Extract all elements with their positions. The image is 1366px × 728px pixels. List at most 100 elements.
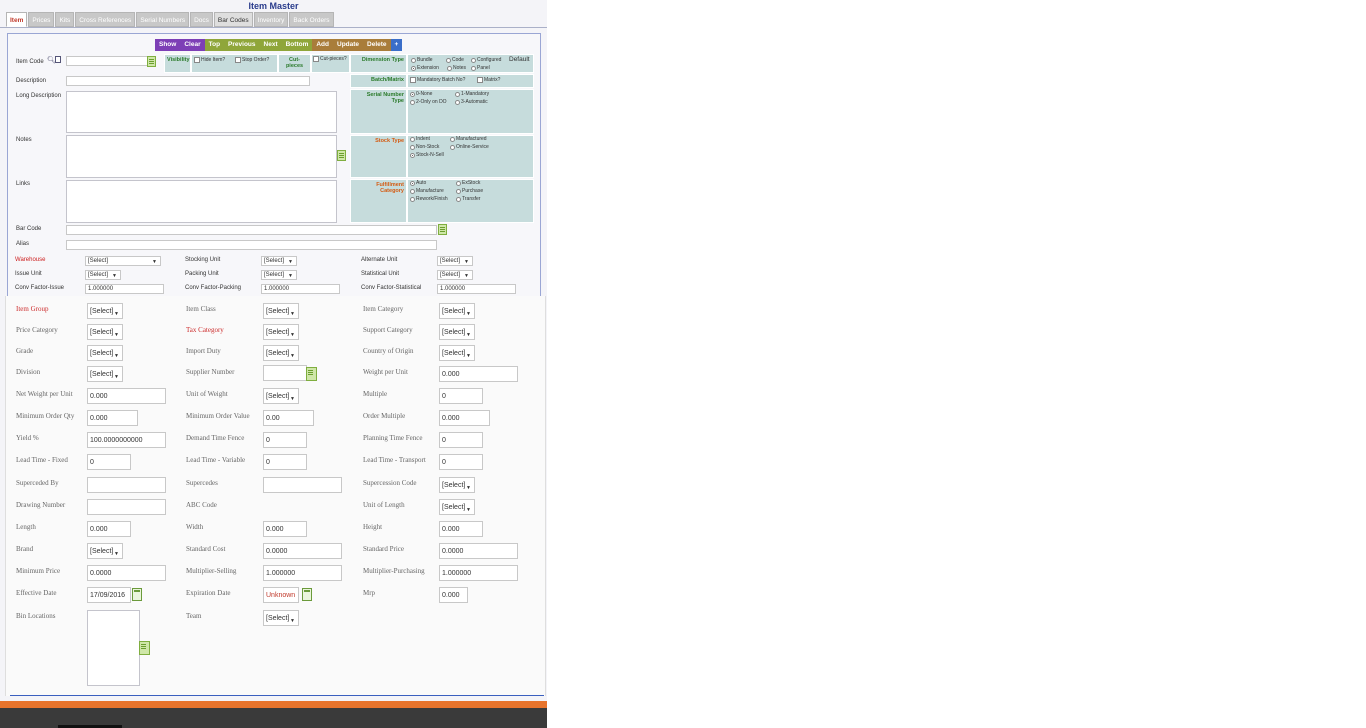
conv-factor-packing-input[interactable]: 1.000000	[261, 284, 340, 294]
rework-radio[interactable]	[410, 196, 415, 202]
order-multiple-input[interactable]: 0.000	[439, 410, 490, 426]
standard-price-input[interactable]: 0.0000	[439, 543, 518, 559]
hide-item-option[interactable]: Hide Item?	[194, 57, 225, 63]
min-order-value-input[interactable]: 0.00	[263, 410, 314, 426]
calendar-icon[interactable]	[132, 588, 142, 601]
notes-radio[interactable]	[447, 65, 452, 71]
purchase-radio[interactable]	[456, 188, 461, 194]
lead-time-transport-input[interactable]: 0	[439, 454, 483, 470]
unit-length-select[interactable]: [Select] ▼	[439, 499, 475, 515]
import-duty-select[interactable]: [Select] ▼	[263, 345, 299, 361]
item-class-select[interactable]: [Select] ▼	[263, 303, 299, 319]
alternate-unit-select[interactable]: [Select] ▼	[437, 256, 473, 266]
calendar-icon[interactable]	[302, 588, 312, 601]
tab-prices[interactable]: Prices	[28, 12, 55, 27]
stock-n-sell-radio[interactable]	[410, 152, 415, 158]
stop-order-checkbox[interactable]	[235, 57, 241, 63]
mrp-input[interactable]: 0.000	[439, 587, 468, 603]
length-input[interactable]: 0.000	[87, 521, 131, 537]
manufactured-option[interactable]: Manufactured	[450, 136, 487, 142]
superceded-by-input[interactable]	[87, 477, 166, 493]
support-category-select[interactable]: [Select] ▼	[439, 324, 475, 340]
next-button[interactable]: Next	[259, 39, 282, 51]
description-input[interactable]	[66, 76, 310, 86]
packing-unit-select[interactable]: [Select] ▼	[261, 270, 297, 280]
tax-category-select[interactable]: [Select] ▼	[263, 324, 299, 340]
panel-radio[interactable]	[471, 65, 476, 71]
panel-option[interactable]: Panel	[471, 65, 490, 71]
supplier-number-input[interactable]	[263, 365, 307, 381]
standard-cost-input[interactable]: 0.0000	[263, 543, 342, 559]
stock-n-sell-option[interactable]: Stock-N-Sell	[410, 152, 444, 158]
cut-pieces-option[interactable]: Cut-pieces?	[313, 56, 347, 62]
sn-only-do-radio[interactable]	[410, 99, 415, 105]
supercedes-input[interactable]	[263, 477, 342, 493]
multiple-input[interactable]: 0	[439, 388, 483, 404]
sn-automatic-radio[interactable]	[455, 99, 460, 105]
price-category-select[interactable]: [Select] ▼	[87, 324, 123, 340]
sn-mandatory-option[interactable]: 1-Mandatory	[455, 91, 489, 97]
conv-factor-issue-input[interactable]: 1.000000	[85, 284, 164, 294]
width-input[interactable]: 0.000	[263, 521, 307, 537]
non-stock-radio[interactable]	[410, 144, 415, 150]
indent-option[interactable]: Indent	[410, 136, 430, 142]
manufacture-option[interactable]: Manufacture	[410, 188, 444, 194]
mandatory-batch-checkbox[interactable]	[410, 77, 416, 83]
team-select[interactable]: [Select] ▼	[263, 610, 299, 626]
planning-time-fence-input[interactable]: 0	[439, 432, 483, 448]
stocking-unit-select[interactable]: [Select] ▼	[261, 256, 297, 266]
long-description-textarea[interactable]	[66, 91, 337, 133]
alias-input[interactable]	[66, 240, 437, 250]
height-input[interactable]: 0.000	[439, 521, 483, 537]
item-code-input[interactable]	[66, 56, 154, 66]
delete-button[interactable]: Delete	[363, 39, 391, 51]
links-textarea[interactable]	[66, 180, 337, 223]
code-option[interactable]: Code	[446, 57, 464, 63]
stop-order-option[interactable]: Stop Order?	[235, 57, 269, 63]
clear-button[interactable]: Clear	[180, 39, 205, 51]
notes-icon[interactable]	[337, 150, 346, 161]
extension-option[interactable]: Extension	[411, 65, 439, 71]
min-order-qty-input[interactable]: 0.000	[87, 410, 138, 426]
sn-none-radio[interactable]	[410, 91, 415, 97]
sn-only-do-option[interactable]: 2-Only on DO	[410, 99, 447, 105]
lead-time-variable-input[interactable]: 0	[263, 454, 307, 470]
item-group-select[interactable]: [Select] ▼	[87, 303, 123, 319]
bundle-option[interactable]: Bundle	[411, 57, 433, 63]
tab-docs[interactable]: Docs	[190, 12, 213, 27]
weight-per-unit-input[interactable]: 0.000	[439, 366, 518, 382]
tab-bar-codes[interactable]: Bar Codes	[213, 12, 253, 27]
multiplier-purchasing-input[interactable]: 1.000000	[439, 565, 518, 581]
bin-locations-textarea[interactable]	[87, 610, 140, 686]
manufacture-radio[interactable]	[410, 188, 415, 194]
purchase-option[interactable]: Purchase	[456, 188, 483, 194]
sn-mandatory-radio[interactable]	[455, 91, 460, 97]
extension-radio[interactable]	[411, 65, 416, 71]
drawing-number-input[interactable]	[87, 499, 166, 515]
notes-icon[interactable]	[438, 224, 447, 235]
non-stock-option[interactable]: Non-Stock	[410, 144, 439, 150]
transfer-radio[interactable]	[456, 196, 461, 202]
notes-textarea[interactable]	[66, 135, 337, 178]
sn-automatic-option[interactable]: 3-Automatic	[455, 99, 488, 105]
configured-option[interactable]: Configured	[471, 57, 501, 63]
hide-item-checkbox[interactable]	[194, 57, 200, 63]
brand-select[interactable]: [Select] ▼	[87, 543, 123, 559]
manufactured-radio[interactable]	[450, 136, 455, 142]
country-origin-select[interactable]: [Select] ▼	[439, 345, 475, 361]
issue-unit-select[interactable]: [Select] ▼	[85, 270, 121, 280]
online-service-option[interactable]: Online-Service	[450, 144, 489, 150]
item-category-select[interactable]: [Select] ▼	[439, 303, 475, 319]
tab-serial-numbers[interactable]: Serial Numbers	[136, 12, 190, 27]
unit-weight-select[interactable]: [Select] ▼	[263, 388, 299, 404]
minimum-price-input[interactable]: 0.0000	[87, 565, 166, 581]
code-radio[interactable]	[446, 57, 451, 63]
lead-time-fixed-input[interactable]: 0	[87, 454, 131, 470]
yield-input[interactable]: 100.0000000000	[87, 432, 166, 448]
matrix-checkbox[interactable]	[477, 77, 483, 83]
tab-inventory[interactable]: Inventory	[253, 12, 289, 27]
notes-icon[interactable]	[306, 367, 317, 381]
expiration-date-input[interactable]: Unknown	[263, 587, 299, 603]
indent-radio[interactable]	[410, 136, 415, 142]
bundle-radio[interactable]	[411, 57, 416, 63]
